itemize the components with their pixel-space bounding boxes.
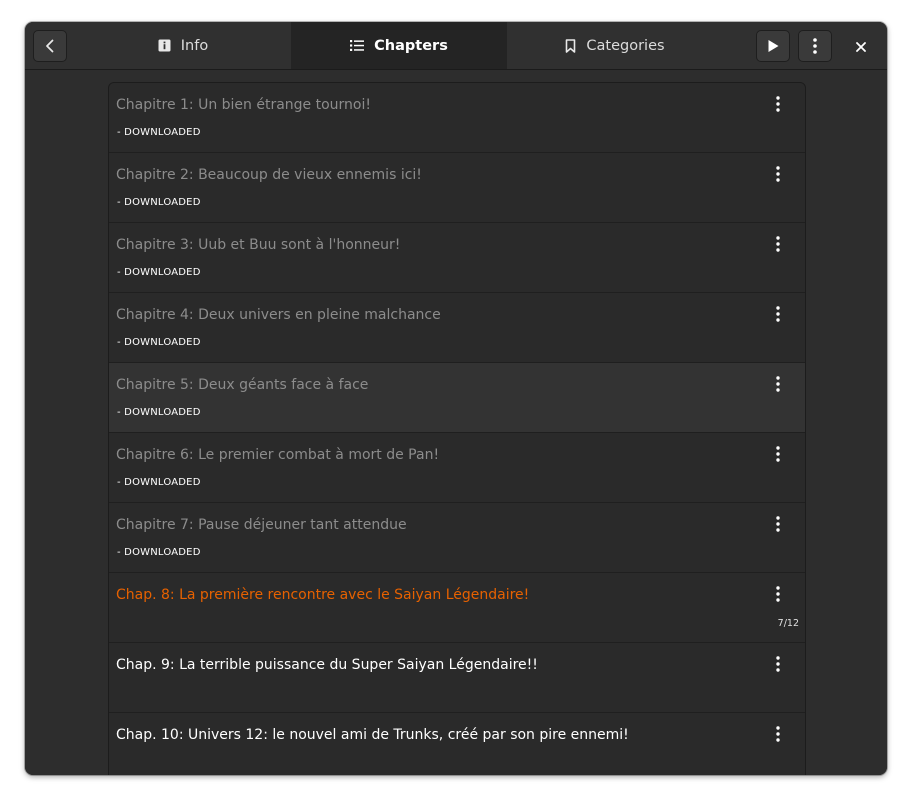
chapter-row[interactable]: Chapitre 1: Un bien étrange tournoi! - D… — [109, 83, 805, 153]
chapter-title: Chap. 10: Univers 12: le nouvel ami de T… — [116, 727, 629, 743]
chapter-title: Chap. 9: La terrible puissance du Super … — [116, 657, 538, 673]
chapter-row[interactable]: Chapitre 6: Le premier combat à mort de … — [109, 433, 805, 503]
tab-categories-label: Categories — [586, 37, 665, 54]
kebab-menu-icon — [776, 446, 780, 466]
kebab-menu-icon — [776, 516, 780, 536]
kebab-menu-icon — [776, 726, 780, 746]
tab-chapters[interactable]: Chapters — [291, 22, 507, 69]
kebab-menu-icon — [776, 586, 780, 606]
chapter-download-status: - DOWNLOADED — [117, 477, 201, 488]
tab-info[interactable]: Info — [75, 22, 291, 69]
view-switcher: Info Chapters Categories — [75, 22, 723, 69]
main-menu-button[interactable] — [798, 30, 832, 62]
chapter-menu-button[interactable] — [766, 93, 790, 119]
chapter-menu-button[interactable] — [766, 443, 790, 469]
kebab-menu-icon — [776, 236, 780, 256]
chapter-row[interactable]: Chapitre 5: Deux géants face à face - DO… — [109, 363, 805, 433]
chapter-title: Chapitre 1: Un bien étrange tournoi! — [116, 97, 372, 113]
tab-categories[interactable]: Categories — [507, 22, 723, 69]
chapter-list: Chapitre 1: Un bien étrange tournoi! - D… — [108, 82, 806, 775]
chapter-menu-button[interactable] — [766, 653, 790, 679]
tab-info-label: Info — [180, 37, 209, 54]
info-icon — [158, 39, 171, 52]
back-button[interactable] — [33, 30, 67, 62]
play-icon — [766, 39, 780, 53]
chapter-menu-button[interactable] — [766, 373, 790, 399]
close-icon — [856, 37, 866, 56]
chapter-download-status: - DOWNLOADED — [117, 547, 201, 558]
chapter-menu-button[interactable] — [766, 163, 790, 189]
chapter-title: Chapitre 4: Deux univers en pleine malch… — [116, 307, 441, 323]
back-arrow-icon — [42, 38, 58, 54]
chapter-title: Chapitre 5: Deux géants face à face — [116, 377, 369, 393]
kebab-menu-icon — [813, 38, 817, 54]
chapter-menu-button[interactable] — [766, 723, 790, 749]
chapter-download-status: - DOWNLOADED — [117, 267, 201, 278]
bookmark-icon — [565, 38, 576, 53]
chapter-menu-button[interactable] — [766, 303, 790, 329]
kebab-menu-icon — [776, 96, 780, 116]
chapter-title: Chapitre 7: Pause déjeuner tant attendue — [116, 517, 407, 533]
chapter-row[interactable]: Chapitre 7: Pause déjeuner tant attendue… — [109, 503, 805, 573]
chapter-menu-button[interactable] — [766, 233, 790, 259]
chapter-download-status: - DOWNLOADED — [117, 197, 201, 208]
chapter-row[interactable]: Chapitre 4: Deux univers en pleine malch… — [109, 293, 805, 363]
chapter-title: Chapitre 3: Uub et Buu sont à l'honneur! — [116, 237, 401, 253]
chapter-title: Chapitre 6: Le premier combat à mort de … — [116, 447, 440, 463]
chapter-read-progress: 7/12 — [777, 618, 799, 629]
read-button[interactable] — [756, 30, 790, 62]
list-icon — [350, 39, 365, 52]
app-window: Info Chapters Categories Chapitre 1: Un … — [25, 22, 887, 775]
kebab-menu-icon — [776, 376, 780, 396]
chapter-title: Chapitre 2: Beaucoup de vieux ennemis ic… — [116, 167, 422, 183]
kebab-menu-icon — [776, 656, 780, 676]
chapters-page: Chapitre 1: Un bien étrange tournoi! - D… — [25, 70, 887, 775]
chapter-download-status: - DOWNLOADED — [117, 337, 201, 348]
chapter-row[interactable]: Chap. 10: Univers 12: le nouvel ami de T… — [109, 713, 805, 775]
chapter-row[interactable]: Chap. 9: La terrible puissance du Super … — [109, 643, 805, 713]
tab-chapters-label: Chapters — [374, 37, 448, 54]
chapter-menu-button[interactable] — [766, 513, 790, 539]
kebab-menu-icon — [776, 306, 780, 326]
kebab-menu-icon — [776, 166, 780, 186]
chapter-row[interactable]: Chap. 8: La première rencontre avec le S… — [109, 573, 805, 643]
chapter-row[interactable]: Chapitre 2: Beaucoup de vieux ennemis ic… — [109, 153, 805, 223]
chapter-download-status: - DOWNLOADED — [117, 407, 201, 418]
chapter-download-status: - DOWNLOADED — [117, 127, 201, 138]
close-window-button[interactable] — [847, 32, 875, 60]
chapter-row[interactable]: Chapitre 3: Uub et Buu sont à l'honneur!… — [109, 223, 805, 293]
chapter-menu-button[interactable] — [766, 583, 790, 609]
header-bar: Info Chapters Categories — [25, 22, 887, 70]
chapter-title: Chap. 8: La première rencontre avec le S… — [116, 587, 530, 603]
